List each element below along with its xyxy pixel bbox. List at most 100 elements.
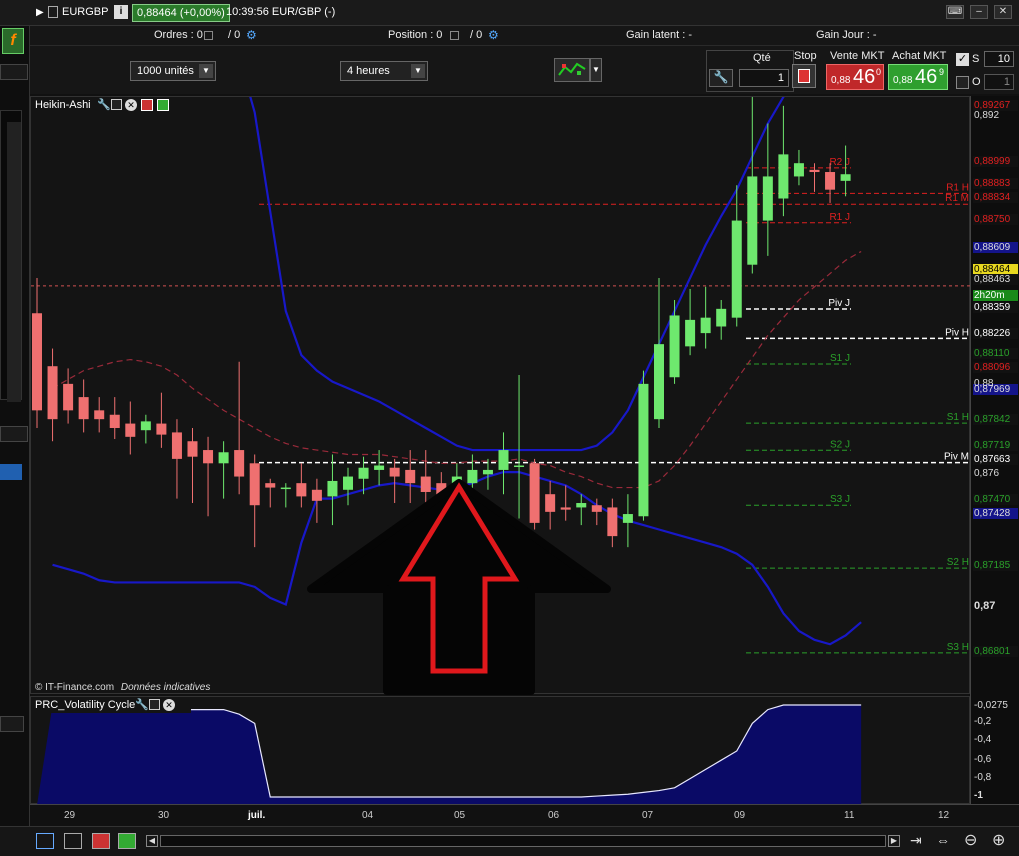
cancel-orders-icon[interactable] <box>204 31 213 40</box>
volatility-cycle-chart[interactable] <box>31 697 971 805</box>
candle-body <box>545 494 556 512</box>
candle-body <box>296 483 307 497</box>
keyboard-icon[interactable]: ⌨ <box>946 5 964 19</box>
move-up-icon[interactable] <box>157 99 169 111</box>
last-price: 0,88464 (+0,00%) <box>132 4 230 22</box>
indicator-tick: -0,4 <box>974 734 992 745</box>
minimize-button[interactable]: – <box>970 5 988 19</box>
scroll-left-icon[interactable]: ◀ <box>146 835 158 847</box>
export-icon[interactable] <box>36 833 54 849</box>
stop-label: Stop <box>794 50 817 62</box>
gain-latent: Gain latent : - <box>626 29 693 41</box>
panel-controls[interactable] <box>0 64 28 80</box>
wrench-icon[interactable]: 🔧 <box>97 98 111 111</box>
price-tag: 0,88096 <box>973 362 1018 373</box>
candle-body <box>669 315 680 378</box>
chevron-down-icon[interactable]: ▼ <box>590 58 602 82</box>
price-tick: 0,892 <box>974 110 1000 121</box>
units-select[interactable]: 1000 unités ▼ <box>130 61 216 81</box>
pivot-label: Piv H <box>945 327 969 338</box>
close-position-icon[interactable] <box>450 31 459 40</box>
candle-body <box>607 507 618 537</box>
buy-price-small: 0,88 <box>893 75 913 86</box>
scrollbar[interactable] <box>7 122 21 402</box>
stop-button[interactable] <box>792 64 816 88</box>
panel-controls-3[interactable] <box>0 716 24 732</box>
qty-input[interactable] <box>739 69 789 87</box>
candle-body <box>825 172 836 190</box>
o-input[interactable] <box>984 74 1014 90</box>
price-tag: 0,88110 <box>973 348 1018 359</box>
pivot-label: S2 J <box>830 439 850 450</box>
candle-body <box>203 450 214 464</box>
chart-header: Heikin-Ashi 🔧 ✕ <box>31 97 181 113</box>
price-tag: 0,86801 <box>973 646 1018 657</box>
info-icon[interactable]: i <box>114 5 128 19</box>
period-select[interactable]: 4 heures ▼ <box>340 61 428 81</box>
jump-end-icon[interactable]: ⇥ <box>910 832 922 849</box>
scroll-right-icon[interactable]: ▶ <box>888 835 900 847</box>
time-pair: 10:39:56 EUR/GBP (-) <box>226 6 336 18</box>
time-label: 07 <box>642 810 654 821</box>
pivot-label: S2 H <box>947 557 969 568</box>
s-input[interactable] <box>984 51 1014 67</box>
panel-controls-2[interactable] <box>0 426 28 442</box>
chevron-right-icon[interactable]: ▶ <box>36 7 44 18</box>
indicator-tick: -0,0275 <box>974 700 1008 711</box>
price-tag: 0,88609 <box>973 242 1018 253</box>
close-icon[interactable]: ✕ <box>125 99 137 111</box>
candle-body <box>280 487 291 490</box>
wrench-icon[interactable]: 🔧 <box>135 698 149 711</box>
horizontal-scrollbar[interactable] <box>160 835 886 847</box>
candle-body <box>778 154 789 199</box>
price-chart-panel[interactable]: R2 J R1 H R1 M R1 J Piv J Piv H S1 J S1 H S2 J Pi… <box>30 96 971 695</box>
document-icon[interactable] <box>48 6 58 18</box>
indicator-header: PRC_Volatility Cycle 🔧 ✕ <box>31 697 191 713</box>
formula-icon[interactable]: f <box>2 28 24 54</box>
orders-count: Ordres : 0 <box>154 29 203 41</box>
indicator-add-icon[interactable] <box>92 833 110 849</box>
o-checkbox[interactable] <box>956 76 969 89</box>
pivot-label: Piv M <box>944 452 969 463</box>
price-chart[interactable]: R2 J R1 HR1 M R1 J Piv J Piv H S1 J S1 H S2 J Pi… <box>31 97 971 695</box>
price-tag: 2h20m <box>973 290 1018 301</box>
move-down-icon[interactable] <box>141 99 153 111</box>
symbol-name: EURGBP <box>62 6 109 18</box>
window-icon[interactable] <box>111 99 122 110</box>
print-icon[interactable] <box>64 833 82 849</box>
buy-price-big: 46 <box>915 66 938 88</box>
time-label: 06 <box>548 810 560 821</box>
order-tool-button[interactable] <box>554 58 590 82</box>
window-icon[interactable] <box>149 699 160 710</box>
gear-icon[interactable]: ⚙ <box>246 28 257 42</box>
pivot-label: R1 H <box>946 182 969 193</box>
candle-body <box>358 467 369 479</box>
price-axis[interactable]: 0,89267 0,88999 0,88883 0,88834 0,88750 0,886… <box>970 96 1019 804</box>
sell-price-big: 46 <box>853 66 876 88</box>
zoom-in-icon[interactable]: ⊕ <box>992 830 1005 850</box>
close-icon[interactable]: ✕ <box>163 699 175 711</box>
close-button[interactable]: ✕ <box>994 5 1012 19</box>
candle-body <box>140 421 151 431</box>
candle-body <box>700 317 711 334</box>
s-checkbox[interactable]: ✓ <box>956 53 969 66</box>
indicator-panel[interactable]: PRC_Volatility Cycle 🔧 ✕ <box>30 696 971 805</box>
wrench-icon[interactable]: 🔧 <box>709 69 733 87</box>
pivot-label: S3 H <box>947 642 969 653</box>
zoom-out-icon[interactable]: ⊖ <box>964 830 977 850</box>
sell-market-button[interactable]: 0,88 46 0 <box>826 64 884 90</box>
candle-body <box>762 176 773 221</box>
candle-body <box>747 176 758 265</box>
buy-market-button[interactable]: 0,88 46 9 <box>888 64 948 90</box>
price-tag: 0,87185 <box>973 560 1018 571</box>
gear-icon[interactable]: ⚙ <box>488 28 499 42</box>
fit-icon[interactable]: ⇔ <box>936 832 950 848</box>
candle-body <box>420 476 431 492</box>
candle-body <box>265 483 276 488</box>
price-tag: 0,88226 <box>973 328 1018 339</box>
time-label: 30 <box>158 810 170 821</box>
time-label: juil. <box>248 810 266 821</box>
time-axis[interactable]: 29 30 juil. 04 05 06 07 09 11 12 <box>30 804 1019 826</box>
trade-icon[interactable] <box>118 833 136 849</box>
candle-body <box>685 319 696 347</box>
